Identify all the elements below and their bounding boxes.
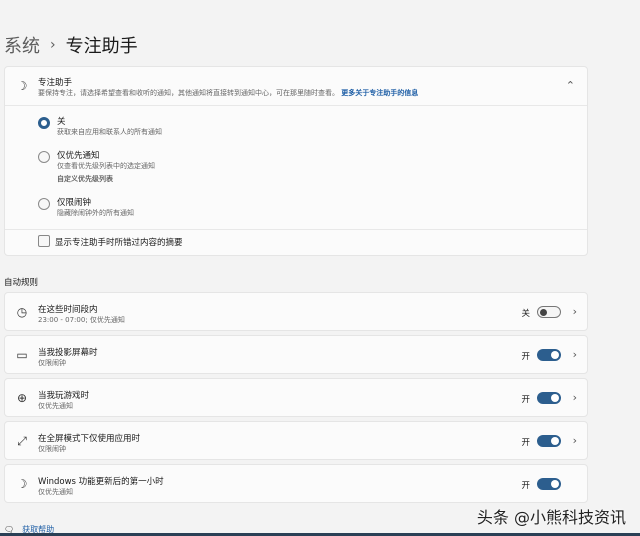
option-desc: 获取来自应用和联系人的所有通知 [57, 128, 162, 136]
rule-title: 当我玩游戏时 [38, 391, 90, 401]
rule-state-label: 开 [521, 395, 530, 405]
chevron-right-icon[interactable]: › [573, 434, 577, 447]
breadcrumb-parent[interactable]: 系统 [4, 32, 40, 58]
focus-title: 专注助手 [38, 78, 73, 88]
rule-state-label: 关 [521, 309, 530, 319]
rule-toggle[interactable] [537, 306, 561, 318]
chevron-right-icon[interactable]: › [573, 348, 577, 361]
moon-icon: ☽ [16, 79, 28, 93]
chevron-right-icon[interactable]: › [573, 305, 577, 318]
option-label: 关 [57, 117, 66, 127]
rule-card[interactable]: ▭ 当我投影屏幕时 仅限闹钟 开 › [4, 335, 588, 374]
rule-subtitle: 仅限闹钟 [38, 445, 66, 453]
rule-card[interactable]: ⤢ 在全屏模式下仅使用应用时 仅限闹钟 开 › [4, 421, 588, 460]
radio-off[interactable] [38, 117, 50, 129]
more-info-link[interactable]: 更多关于专注助手的信息 [341, 89, 418, 97]
rule-toggle[interactable] [537, 392, 561, 404]
radio-priority-only[interactable] [38, 151, 50, 163]
rule-card[interactable]: ◷ 在这些时间段内 23:00 - 07:00; 仅优先通知 关 › [4, 292, 588, 331]
customize-priority-link[interactable]: 自定义优先级列表 [57, 174, 113, 184]
rule-subtitle: 23:00 - 07:00; 仅优先通知 [38, 316, 125, 324]
summary-checkbox[interactable] [38, 235, 50, 247]
rules-header: 自动规则 [4, 278, 39, 288]
rule-state-label: 开 [521, 352, 530, 362]
rule-title: 在全屏模式下仅使用应用时 [38, 434, 141, 444]
focus-assist-header[interactable]: ☽ 专注助手 要保持专注，请选择希望查看和收听的通知，其他通知将直接转到通知中心… [5, 67, 587, 106]
breadcrumb: 系统 › 专注助手 [4, 32, 138, 58]
rule-toggle[interactable] [537, 349, 561, 361]
focus-assist-card: ☽ 专注助手 要保持专注，请选择希望查看和收听的通知，其他通知将直接转到通知中心… [4, 66, 588, 256]
chevron-up-icon[interactable]: ⌃ [566, 79, 575, 92]
page-title: 专注助手 [65, 36, 138, 57]
rule-state-label: 开 [521, 438, 530, 448]
rule-subtitle: 仅优先通知 [38, 488, 73, 496]
rule-subtitle: 仅优先通知 [38, 402, 73, 410]
rule-card[interactable]: ⊕ 当我玩游戏时 仅优先通知 开 › [4, 378, 588, 417]
watermark: 头条 @小熊科技资讯 [476, 508, 626, 527]
rule-subtitle: 仅限闹钟 [38, 359, 66, 367]
breadcrumb-separator: › [50, 37, 56, 53]
rule-card[interactable]: ☽ Windows 功能更新后的第一小时 仅优先通知 开 [4, 464, 588, 503]
option-desc: 仅查看优先级列表中的选定通知 [57, 162, 155, 170]
rule-title: 在这些时间段内 [38, 305, 98, 315]
moon-icon: ☽ [16, 477, 28, 491]
fullscreen-icon: ⤢ [17, 433, 27, 448]
focus-description: 要保持专注，请选择希望查看和收听的通知，其他通知将直接转到通知中心，可在那里随时… [38, 89, 419, 97]
clock-icon: ◷ [16, 305, 28, 319]
option-label: 仅限闹钟 [57, 198, 92, 208]
rule-state-label: 开 [521, 481, 530, 491]
rule-title: 当我投影屏幕时 [38, 348, 98, 358]
gamepad-icon: ⊕ [16, 391, 28, 405]
summary-checkbox-label: 显示专注助手时所错过内容的摘要 [55, 238, 183, 248]
rule-toggle[interactable] [537, 435, 561, 447]
chevron-right-icon[interactable]: › [573, 391, 577, 404]
monitor-icon: ▭ [16, 348, 28, 362]
option-desc: 隐藏除闹钟外的所有通知 [57, 209, 134, 217]
radio-alarms-only[interactable] [38, 198, 50, 210]
rule-title: Windows 功能更新后的第一小时 [38, 477, 164, 487]
option-label: 仅优先通知 [57, 151, 100, 161]
rule-toggle[interactable] [537, 478, 561, 490]
